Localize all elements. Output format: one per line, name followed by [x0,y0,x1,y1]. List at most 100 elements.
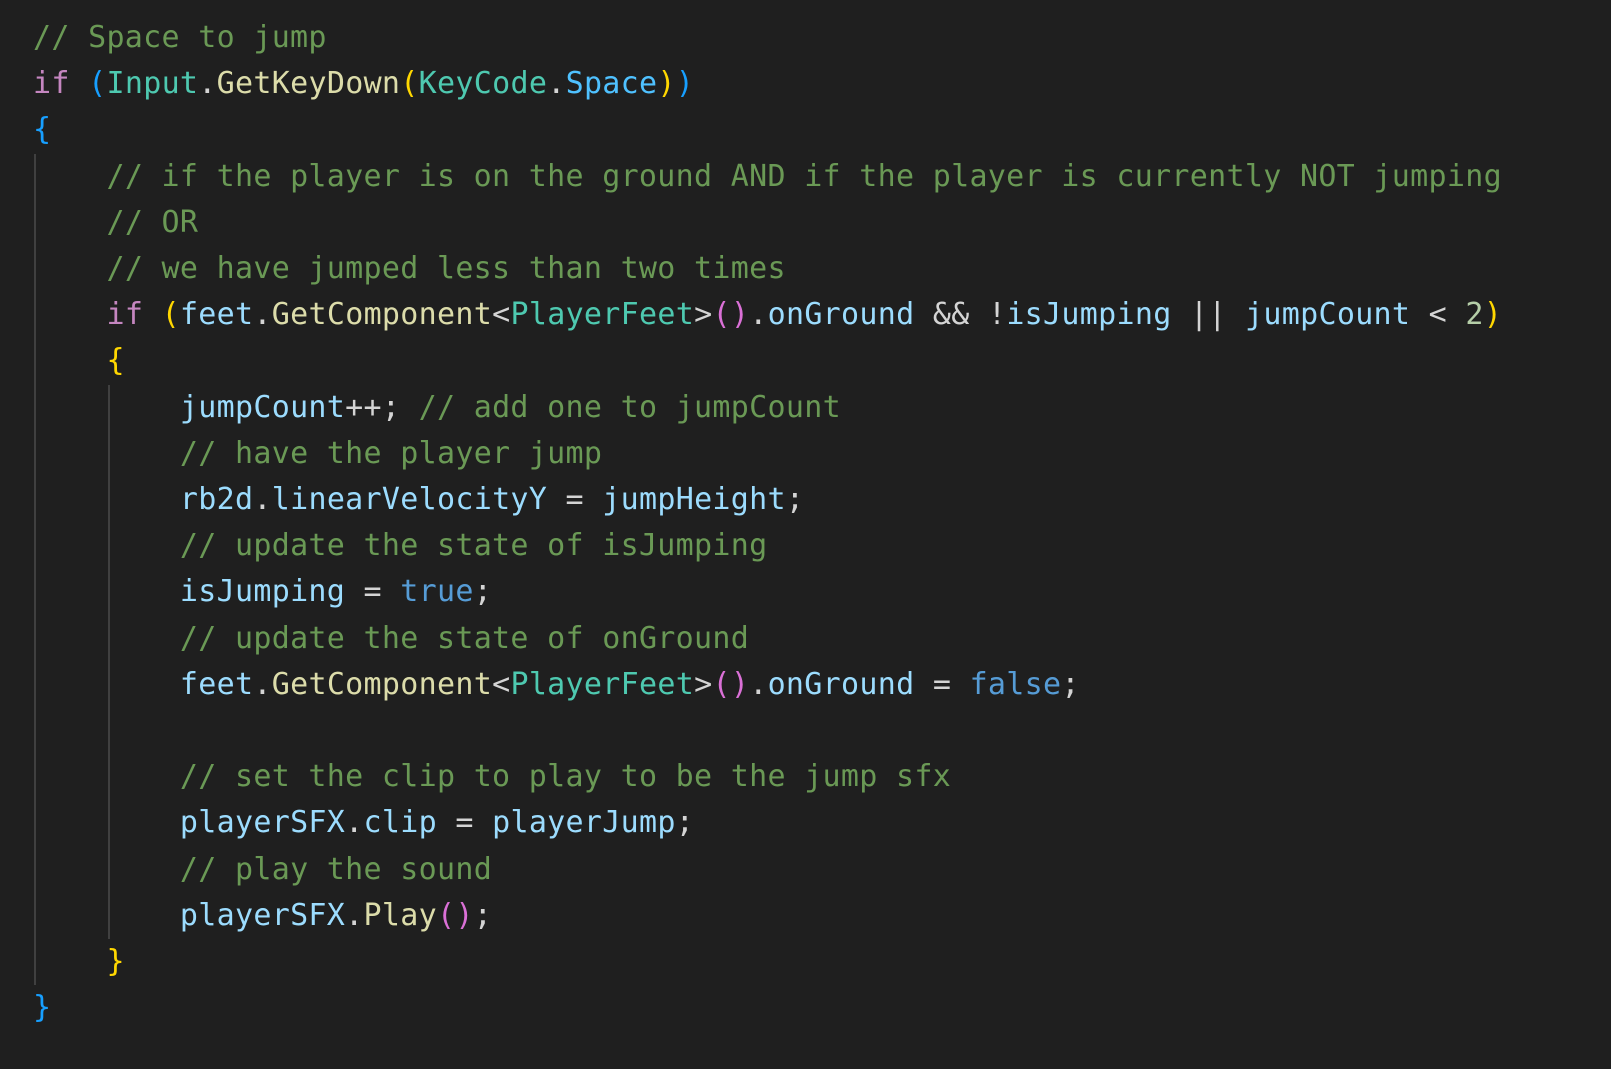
code-line[interactable]: if (feet.GetComponent<PlayerFeet>().onGr… [33,292,1502,338]
code-token-comment: // OR [106,204,199,240]
code-token-type: PlayerFeet [510,297,695,333]
code-token-bracket1: ) [657,66,676,102]
code-token-default: < [1410,297,1466,333]
code-token-default: . [253,297,272,333]
code-token-default [33,574,180,609]
code-token-variable: jumpCount [1245,297,1411,333]
code-token-bracket1: ( [161,297,180,333]
code-line[interactable]: // Space to jump [33,15,327,61]
code-token-default: . [749,297,768,333]
code-token-variable: linearVelocityY [271,482,548,517]
code-line[interactable]: } [33,939,125,985]
code-token-default [33,805,180,840]
code-line[interactable]: // have the player jump [33,431,602,477]
code-token-variable: onGround [767,666,915,702]
code-token-variable: playerSFX [179,805,346,841]
code-token-default: > [694,297,713,333]
code-token-type: KeyCode [418,66,548,102]
code-token-bracket2: () [712,666,750,702]
code-line[interactable]: if (Input.GetKeyDown(KeyCode.Space)) [33,61,694,107]
code-line[interactable]: playerSFX.clip = playerJump; [33,800,694,846]
code-token-comment: // have the player jump [179,435,603,471]
code-token-literal: true [400,574,474,610]
code-token-default [33,667,180,702]
code-line[interactable]: // update the state of onGround [33,616,749,662]
code-token-default [143,297,161,332]
code-line[interactable]: rb2d.linearVelocityY = jumpHeight; [33,477,804,523]
code-line[interactable]: { [33,107,51,153]
code-token-default: . [198,66,217,102]
code-token-comment: // update the state of isJumping [179,528,768,564]
code-token-function: GetKeyDown [216,66,401,102]
code-line[interactable]: // if the player is on the ground AND if… [33,154,1502,200]
code-token-default: || [1171,297,1246,333]
code-line[interactable]: // OR [33,200,198,246]
code-token-default: = [914,666,970,702]
code-token-default: ; [785,482,805,517]
code-token-type: Input [106,66,199,102]
code-line[interactable]: { [33,338,125,384]
code-token-default [33,159,106,194]
code-token-keyword: if [33,66,70,102]
code-line[interactable]: // play the sound [33,847,492,893]
code-token-default [33,205,106,240]
code-token-default: && ! [914,297,1007,333]
code-line[interactable]: jumpCount++; // add one to jumpCount [33,385,841,431]
code-line[interactable]: playerSFX.Play(); [33,893,492,939]
code-token-default [70,66,88,101]
code-token-variable: feet [179,297,254,333]
code-token-default: < [492,297,511,333]
code-token-constant: Space [565,66,658,102]
code-token-default: ; [1061,666,1080,702]
code-token-comment: // update the state of onGround [179,620,750,656]
code-token-bracket2: () [437,897,474,933]
code-line[interactable]: } [33,985,51,1031]
code-token-default [33,759,180,794]
code-token-variable: jumpHeight [602,482,786,517]
code-token-bracket1: ( [400,66,419,102]
code-token-default: ; [473,897,493,933]
code-token-default [33,621,180,656]
code-token-default: . [345,897,364,933]
code-token-default: = [547,482,603,517]
code-token-default: . [547,66,566,102]
code-line[interactable]: isJumping = true; [33,569,492,615]
code-line[interactable]: // set the clip to play to be the jump s… [33,754,951,800]
code-token-bracket1: { [106,343,125,379]
code-token-comment: // set the clip to play to be the jump s… [179,759,952,795]
code-token-default: ; [473,574,493,610]
code-token-function: GetComponent [271,666,493,702]
code-token-default: = [437,805,493,841]
code-token-default [33,482,180,517]
code-token-default [33,944,106,979]
code-token-bracket1: } [106,944,125,979]
code-token-comment: // we have jumped less than two times [106,251,786,286]
code-line[interactable]: feet.GetComponent<PlayerFeet>().onGround… [33,662,1080,708]
code-token-bracket1: ) [1483,297,1503,333]
code-token-bracket3: ) [675,66,695,102]
code-token-default: . [345,805,364,841]
code-token-default: ++; [345,389,419,425]
code-token-default [33,898,180,933]
code-token-comment: // add one to jumpCount [418,389,841,425]
code-token-default: < [492,666,511,702]
code-token-type: PlayerFeet [510,666,695,702]
code-token-default [33,852,180,887]
code-token-default [33,297,106,332]
code-token-bracket3: ( [88,66,107,102]
code-line[interactable]: // we have jumped less than two times [33,246,786,292]
code-token-default [33,343,106,378]
code-token-default: ; [675,805,695,841]
code-token-default: . [749,666,768,702]
code-token-comment: // if the player is on the ground AND if… [106,158,1502,194]
code-token-function: Play [363,897,437,933]
code-token-default [33,528,180,563]
code-token-number: 2 [1465,297,1484,333]
code-line[interactable]: // update the state of isJumping [33,523,767,569]
code-token-bracket2: () [712,297,750,333]
code-token-variable: playerSFX [179,897,346,933]
code-token-comment: // play the sound [179,851,493,887]
code-token-variable: clip [363,805,437,841]
code-editor[interactable]: // Space to jump if (Input.GetKeyDown(Key… [0,0,1611,1069]
code-token-keyword: if [106,297,144,333]
